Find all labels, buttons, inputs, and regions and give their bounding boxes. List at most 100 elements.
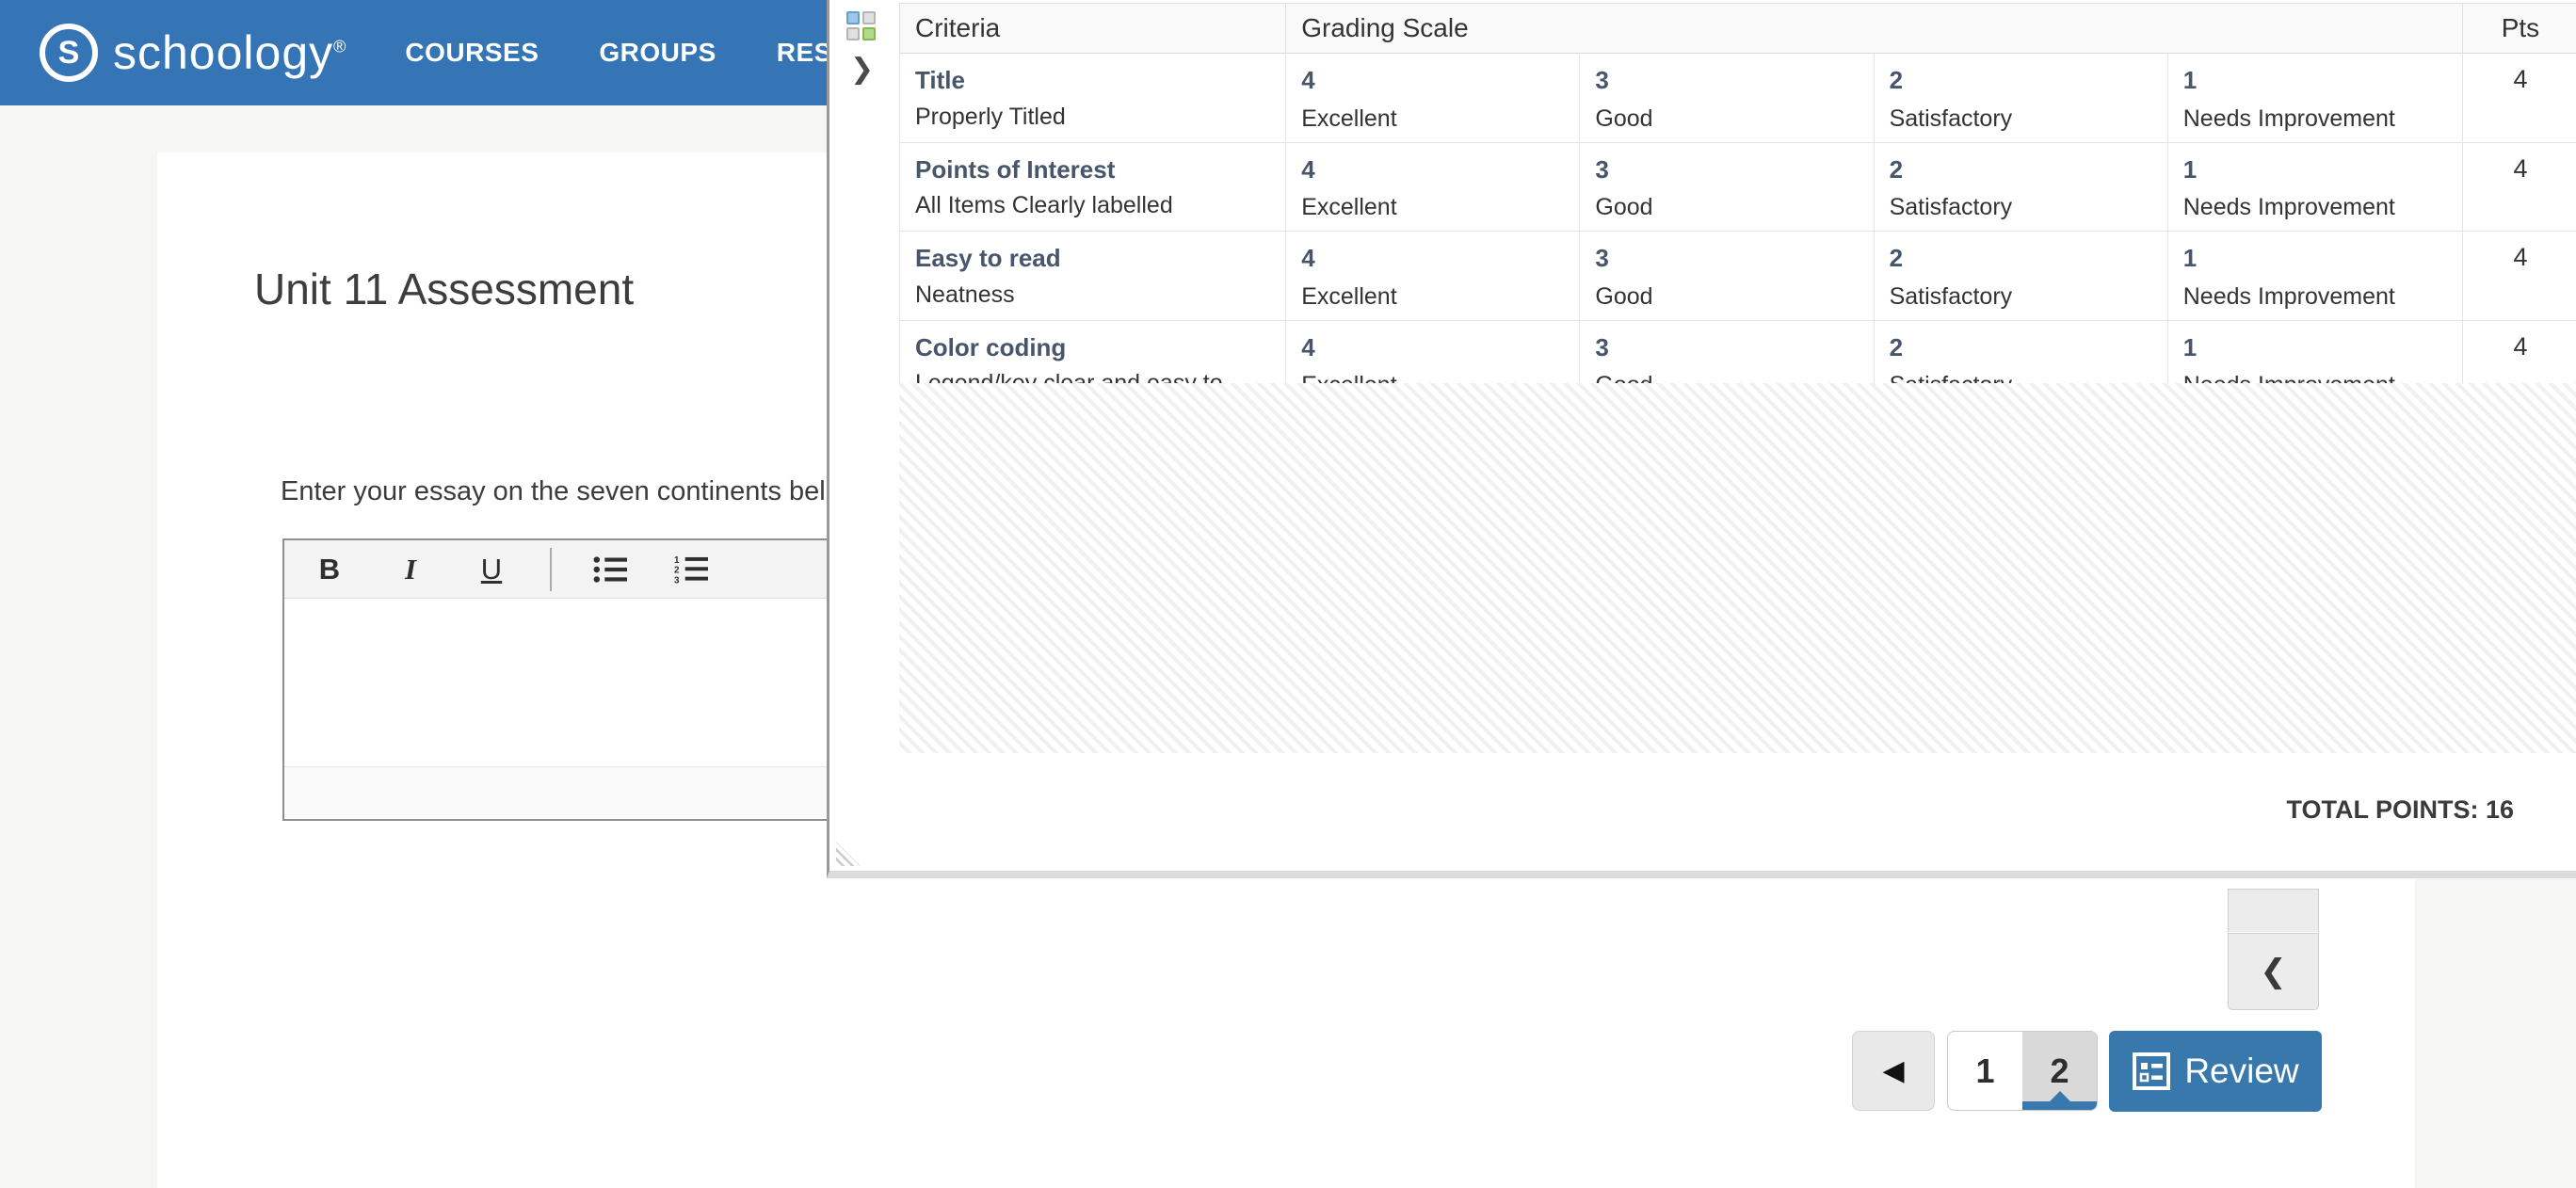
level-score: 1 <box>2183 332 2447 363</box>
level-score: 2 <box>1890 154 2152 185</box>
panel-resize-handle-icon[interactable] <box>836 842 861 866</box>
level-cell[interactable]: 3 Good <box>1580 54 1874 143</box>
bold-icon[interactable]: B <box>313 553 346 586</box>
essay-prompt: Enter your essay on the seven continents… <box>281 476 866 507</box>
brand-registered-mark: ® <box>333 37 346 56</box>
level-label: Satisfactory <box>1890 105 2152 133</box>
level-score: 2 <box>1890 243 2152 274</box>
chevron-left-icon: ❮ <box>2260 953 2287 990</box>
criterion-description: All Items Clearly labelled <box>915 192 1270 219</box>
svg-text:3: 3 <box>674 575 680 586</box>
level-cell[interactable]: 3 Good <box>1580 142 1874 232</box>
rubric-row-title: Title Properly Titled 4 Excellent 3 Good… <box>900 54 2576 143</box>
level-label: Needs Improvement <box>2183 105 2447 133</box>
nav-item-courses[interactable]: COURSES <box>405 38 539 68</box>
rubric-table: Criteria Grading Scale Pts Title Properl… <box>899 3 2576 435</box>
numbered-list-icon[interactable]: 1 2 3 <box>674 554 708 586</box>
criteria-header: Criteria <box>900 4 1286 54</box>
svg-text:1: 1 <box>674 554 680 565</box>
criterion-description: Properly Titled <box>915 104 1270 131</box>
review-button[interactable]: Review <box>2109 1031 2322 1112</box>
review-rubric-icon <box>2132 1052 2171 1091</box>
level-score: 3 <box>1595 332 1858 363</box>
pts-cell: 4 <box>2462 142 2576 232</box>
level-label: Satisfactory <box>1890 194 2152 221</box>
grid-square-blue <box>846 11 860 24</box>
level-label: Good <box>1595 105 1858 133</box>
level-cell[interactable]: 3 Good <box>1580 232 1874 321</box>
nav-item-groups[interactable]: GROUPS <box>599 38 716 68</box>
level-score: 2 <box>1890 65 2152 96</box>
underline-icon[interactable]: U <box>475 553 508 586</box>
previous-page-button[interactable]: ◀ <box>1852 1031 1935 1111</box>
page-2-button[interactable]: 2 <box>2022 1032 2097 1110</box>
total-points: TOTAL POINTS: 16 <box>2286 795 2514 825</box>
level-label: Excellent <box>1301 105 1564 133</box>
rubric-row-easy-to-read: Easy to read Neatness 4 Excellent 3 Good… <box>900 232 2576 321</box>
page-switcher: 1 2 <box>1947 1031 2098 1111</box>
page-1-button[interactable]: 1 <box>1948 1032 2022 1110</box>
grid-square-green <box>862 27 876 40</box>
collapse-panel-button[interactable]: ❮ <box>2228 933 2319 1010</box>
grid-square-gray <box>862 11 876 24</box>
level-score: 3 <box>1595 65 1858 96</box>
expand-row-chevron-icon[interactable]: ❯ <box>850 53 874 86</box>
level-cell[interactable]: 4 Excellent <box>1286 54 1580 143</box>
grid-square-gray <box>846 27 860 40</box>
level-label: Good <box>1595 283 1858 311</box>
page-2-label: 2 <box>2050 1052 2069 1091</box>
criterion-title: Easy to read <box>915 243 1270 274</box>
level-score: 1 <box>2183 65 2447 96</box>
level-cell[interactable]: 1 Needs Improvement <box>2167 54 2462 143</box>
level-label: Needs Improvement <box>2183 283 2447 311</box>
schoology-s-icon: S <box>40 24 98 82</box>
prev-arrow-icon: ◀ <box>1882 1054 1904 1087</box>
level-score: 2 <box>1890 332 2152 363</box>
level-score: 3 <box>1595 243 1858 274</box>
level-label: Good <box>1595 194 1858 221</box>
brand-text: schoology <box>113 26 333 79</box>
page-title: Unit 11 Assessment <box>254 264 634 314</box>
brand-initial: S <box>58 35 80 72</box>
level-label: Satisfactory <box>1890 283 2152 311</box>
criterion-title: Points of Interest <box>915 154 1270 185</box>
level-cell[interactable]: 4 Excellent <box>1286 232 1580 321</box>
level-label: Excellent <box>1301 283 1564 311</box>
side-button-stub[interactable] <box>2228 889 2319 932</box>
level-cell[interactable]: 1 Needs Improvement <box>2167 232 2462 321</box>
toolbar-divider <box>550 548 552 591</box>
rubric-empty-hatch-area <box>899 383 2576 753</box>
level-cell[interactable]: 1 Needs Improvement <box>2167 142 2462 232</box>
criterion-title: Title <box>915 65 1270 96</box>
level-label: Excellent <box>1301 194 1564 221</box>
pts-cell: 4 <box>2462 54 2576 143</box>
rubric-header-row: Criteria Grading Scale Pts <box>900 4 2576 54</box>
level-cell[interactable]: 2 Satisfactory <box>1874 54 2167 143</box>
criterion-cell: Points of Interest All Items Clearly lab… <box>900 142 1286 232</box>
level-score: 1 <box>2183 243 2447 274</box>
rubric-row-points-of-interest: Points of Interest All Items Clearly lab… <box>900 142 2576 232</box>
rubric-drag-handle-icon[interactable] <box>846 11 877 41</box>
level-cell[interactable]: 2 Satisfactory <box>1874 142 2167 232</box>
level-score: 1 <box>2183 154 2447 185</box>
level-score: 4 <box>1301 243 1564 274</box>
criterion-title: Color coding <box>915 332 1270 363</box>
level-score: 4 <box>1301 154 1564 185</box>
criterion-cell: Easy to read Neatness <box>900 232 1286 321</box>
level-score: 4 <box>1301 332 1564 363</box>
level-score: 4 <box>1301 65 1564 96</box>
pts-cell: 4 <box>2462 232 2576 321</box>
criterion-cell: Title Properly Titled <box>900 54 1286 143</box>
level-score: 3 <box>1595 154 1858 185</box>
italic-icon[interactable]: I <box>394 553 427 586</box>
level-cell[interactable]: 4 Excellent <box>1286 142 1580 232</box>
active-page-indicator <box>2022 1101 2097 1110</box>
review-label: Review <box>2184 1052 2298 1091</box>
grading-scale-header: Grading Scale <box>1286 4 2463 54</box>
level-label: Needs Improvement <box>2183 194 2447 221</box>
level-cell[interactable]: 2 Satisfactory <box>1874 232 2167 321</box>
schoology-logo[interactable]: S schoology® <box>40 24 346 82</box>
bullet-list-icon[interactable] <box>593 554 627 585</box>
brand-wordmark: schoology® <box>113 25 346 80</box>
svg-text:2: 2 <box>674 565 680 575</box>
